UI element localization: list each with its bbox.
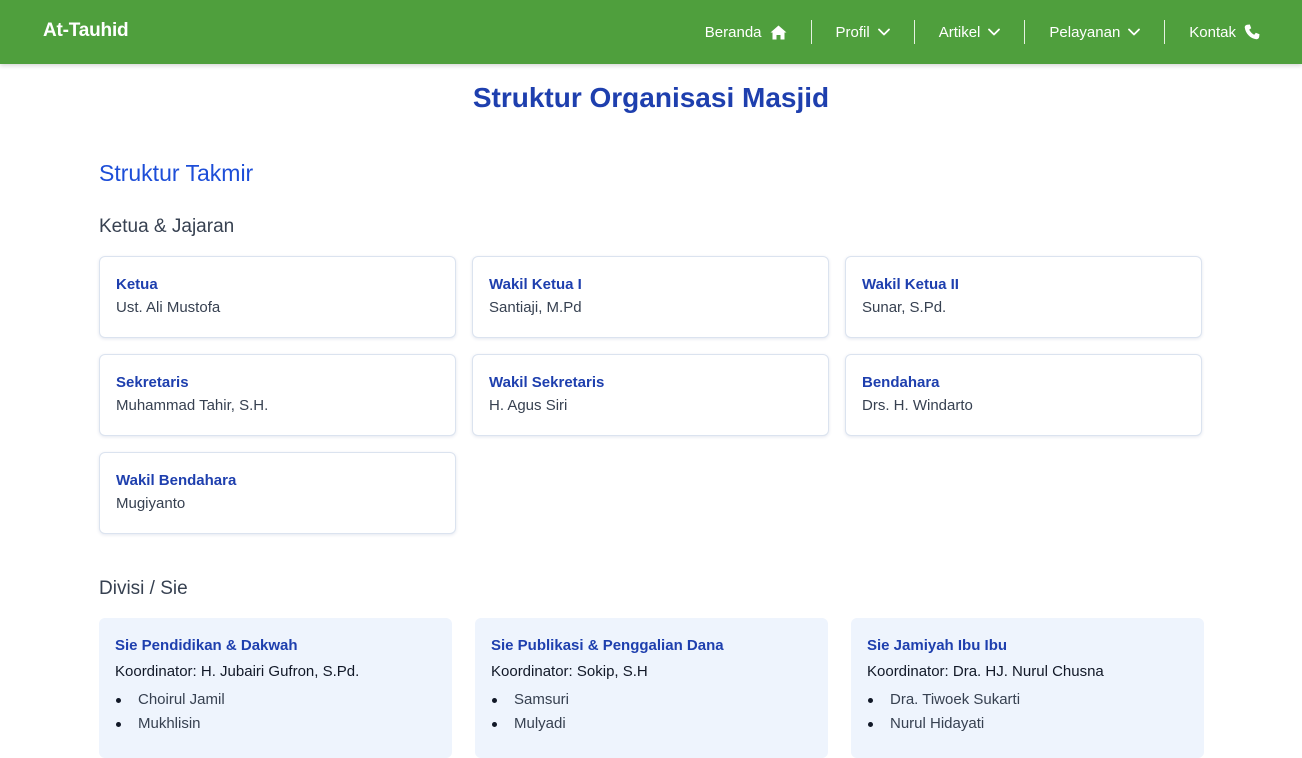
nav-label: Artikel [938,23,981,41]
officer-name: H. Agus Siri [489,397,568,414]
division-members: Dra. Tiwoek Sukarti Nurul Hidayati [867,688,1188,736]
division-grid: Sie Pendidikan & Dakwah Koordinator: H. … [99,618,1204,758]
officer-name: Santiaji, M.Pd [489,299,582,316]
list-item: Mulyadi [491,712,812,736]
nav-kontak[interactable]: Kontak [1165,20,1260,44]
nav-pelayanan[interactable]: Pelayanan [1025,20,1164,44]
navbar: At-Tauhid Beranda Profil Artikel Pelayan… [0,0,1302,64]
nav-label: Kontak [1189,23,1236,41]
nav-artikel[interactable]: Artikel [915,20,1025,44]
officer-role: Wakil Ketua I [489,276,582,293]
nav-label: Beranda [704,23,762,41]
officer-grid: Ketua Ust. Ali Mustofa Wakil Ketua I San… [99,256,1203,534]
division-name: Sie Pendidikan & Dakwah [115,637,298,654]
division-name: Sie Jamiyah Ibu Ibu [867,637,1008,654]
officer-card-wakil-ketua-1: Wakil Ketua I Santiaji, M.Pd [472,256,829,338]
nav-profil[interactable]: Profil [812,20,914,44]
officer-card-wakil-sekretaris: Wakil Sekretaris H. Agus Siri [472,354,829,436]
chevron-down-icon [877,28,890,36]
nav-links: Beranda Profil Artikel Pelayanan Kontak [681,0,1260,64]
nav-label: Profil [835,23,870,41]
officer-card-wakil-ketua-2: Wakil Ketua II Sunar, S.Pd. [845,256,1202,338]
division-card-jamiyah: Sie Jamiyah Ibu Ibu Koordinator: Dra. HJ… [851,618,1204,758]
officer-name: Mugiyanto [116,495,186,512]
officer-role: Ketua [116,276,158,293]
division-card-pendidikan: Sie Pendidikan & Dakwah Koordinator: H. … [99,618,452,758]
ketua-jajaran-heading: Ketua & Jajaran [99,216,235,237]
officer-role: Wakil Ketua II [862,276,959,293]
list-item: Dra. Tiwoek Sukarti [867,688,1188,712]
officer-role: Bendahara [862,374,940,391]
officer-name: Muhammad Tahir, S.H. [116,397,269,414]
division-name: Sie Publikasi & Penggalian Dana [491,637,724,654]
officer-card-bendahara: Bendahara Drs. H. Windarto [845,354,1202,436]
division-coordinator: Koordinator: Dra. HJ. Nurul Chusna [867,663,1104,680]
division-members: Choirul Jamil Mukhlisin [115,688,436,736]
officer-card-wakil-bendahara: Wakil Bendahara Mugiyanto [99,452,456,534]
home-icon [770,25,787,40]
list-item: Nurul Hidayati [867,712,1188,736]
officer-role: Wakil Sekretaris [489,374,605,391]
brand-logo[interactable]: At-Tauhid [43,20,129,42]
division-members: Samsuri Mulyadi [491,688,812,736]
chevron-down-icon [1128,28,1141,36]
division-coordinator: Koordinator: Sokip, S.H [491,663,648,680]
nav-label: Pelayanan [1049,23,1121,41]
officer-name: Ust. Ali Mustofa [116,299,221,316]
phone-icon [1244,24,1260,40]
division-card-publikasi: Sie Publikasi & Penggalian Dana Koordina… [475,618,828,758]
chevron-down-icon [988,28,1001,36]
divisi-heading: Divisi / Sie [99,578,188,599]
officer-card-ketua: Ketua Ust. Ali Mustofa [99,256,456,338]
officer-name: Sunar, S.Pd. [862,299,947,316]
list-item: Samsuri [491,688,812,712]
officer-card-sekretaris: Sekretaris Muhammad Tahir, S.H. [99,354,456,436]
page-title: Struktur Organisasi Masjid [472,82,830,113]
officer-name: Drs. H. Windarto [862,397,973,414]
list-item: Choirul Jamil [115,688,436,712]
officer-role: Wakil Bendahara [116,472,237,489]
list-item: Mukhlisin [115,712,436,736]
officer-role: Sekretaris [116,374,189,391]
division-coordinator: Koordinator: H. Jubairi Gufron, S.Pd. [115,663,360,680]
nav-beranda[interactable]: Beranda [681,20,811,44]
section-title: Struktur Takmir [99,160,254,186]
